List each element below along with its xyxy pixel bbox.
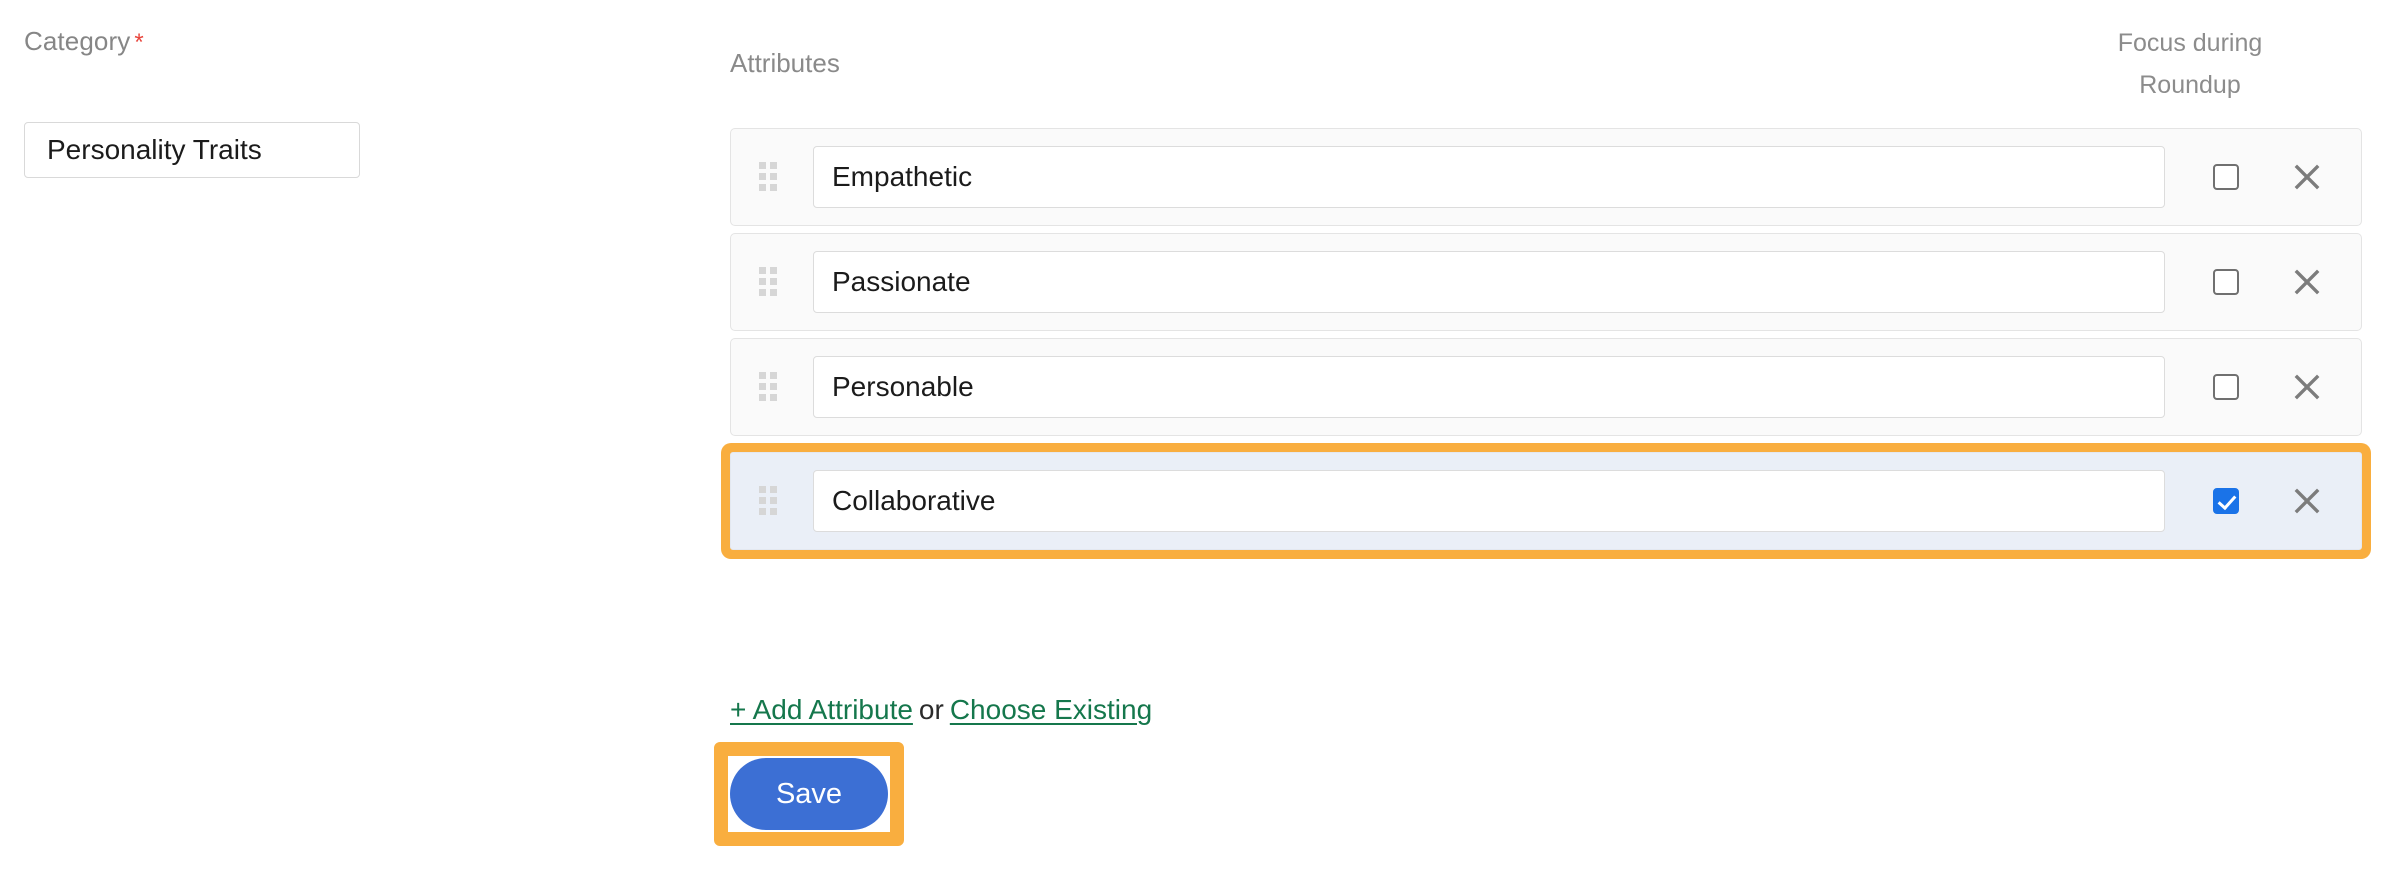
drag-handle-icon[interactable]	[759, 162, 777, 192]
attributes-label: Attributes	[730, 48, 840, 78]
attribute-name-input[interactable]	[813, 356, 2165, 418]
focus-during-roundup-checkbox[interactable]	[2213, 488, 2239, 514]
attribute-row-body	[730, 452, 2362, 550]
remove-attribute-button[interactable]	[2287, 262, 2327, 302]
attribute-row	[730, 338, 2362, 436]
drag-handle-icon[interactable]	[759, 372, 777, 402]
focus-heading-line-1: Focus during	[2117, 29, 2263, 57]
attribute-row-highlighted	[721, 443, 2371, 559]
attribute-row-body	[730, 233, 2362, 331]
close-icon	[2294, 269, 2320, 295]
remove-attribute-button[interactable]	[2287, 157, 2327, 197]
or-label: or	[918, 694, 944, 725]
focus-during-roundup-column-header: Focus during Roundup	[2100, 22, 2280, 106]
focus-heading-line-2: Roundup	[2139, 71, 2241, 99]
attributes-column: Attributes Focus during Roundup + Add At…	[0, 0, 2386, 870]
attribute-rows-list	[721, 128, 2371, 559]
drag-handle-icon[interactable]	[759, 486, 777, 516]
remove-attribute-button[interactable]	[2287, 481, 2327, 521]
attribute-row-body	[730, 338, 2362, 436]
choose-existing-link[interactable]: Choose Existing	[950, 694, 1152, 725]
close-icon	[2294, 374, 2320, 400]
attribute-name-input[interactable]	[813, 251, 2165, 313]
attribute-row	[730, 233, 2362, 331]
attribute-name-input[interactable]	[813, 470, 2165, 532]
focus-during-roundup-checkbox[interactable]	[2213, 374, 2239, 400]
attribute-row-body	[730, 128, 2362, 226]
focus-during-roundup-checkbox[interactable]	[2213, 269, 2239, 295]
add-attribute-link[interactable]: + Add Attribute	[730, 694, 913, 725]
close-icon	[2294, 164, 2320, 190]
remove-attribute-button[interactable]	[2287, 367, 2327, 407]
attribute-name-input[interactable]	[813, 146, 2165, 208]
focus-during-roundup-checkbox[interactable]	[2213, 164, 2239, 190]
close-icon	[2294, 488, 2320, 514]
attribute-links: + Add Attribute or Choose Existing	[730, 694, 1152, 726]
save-button[interactable]: Save	[730, 758, 888, 830]
attribute-row	[730, 128, 2362, 226]
drag-handle-icon[interactable]	[759, 267, 777, 297]
